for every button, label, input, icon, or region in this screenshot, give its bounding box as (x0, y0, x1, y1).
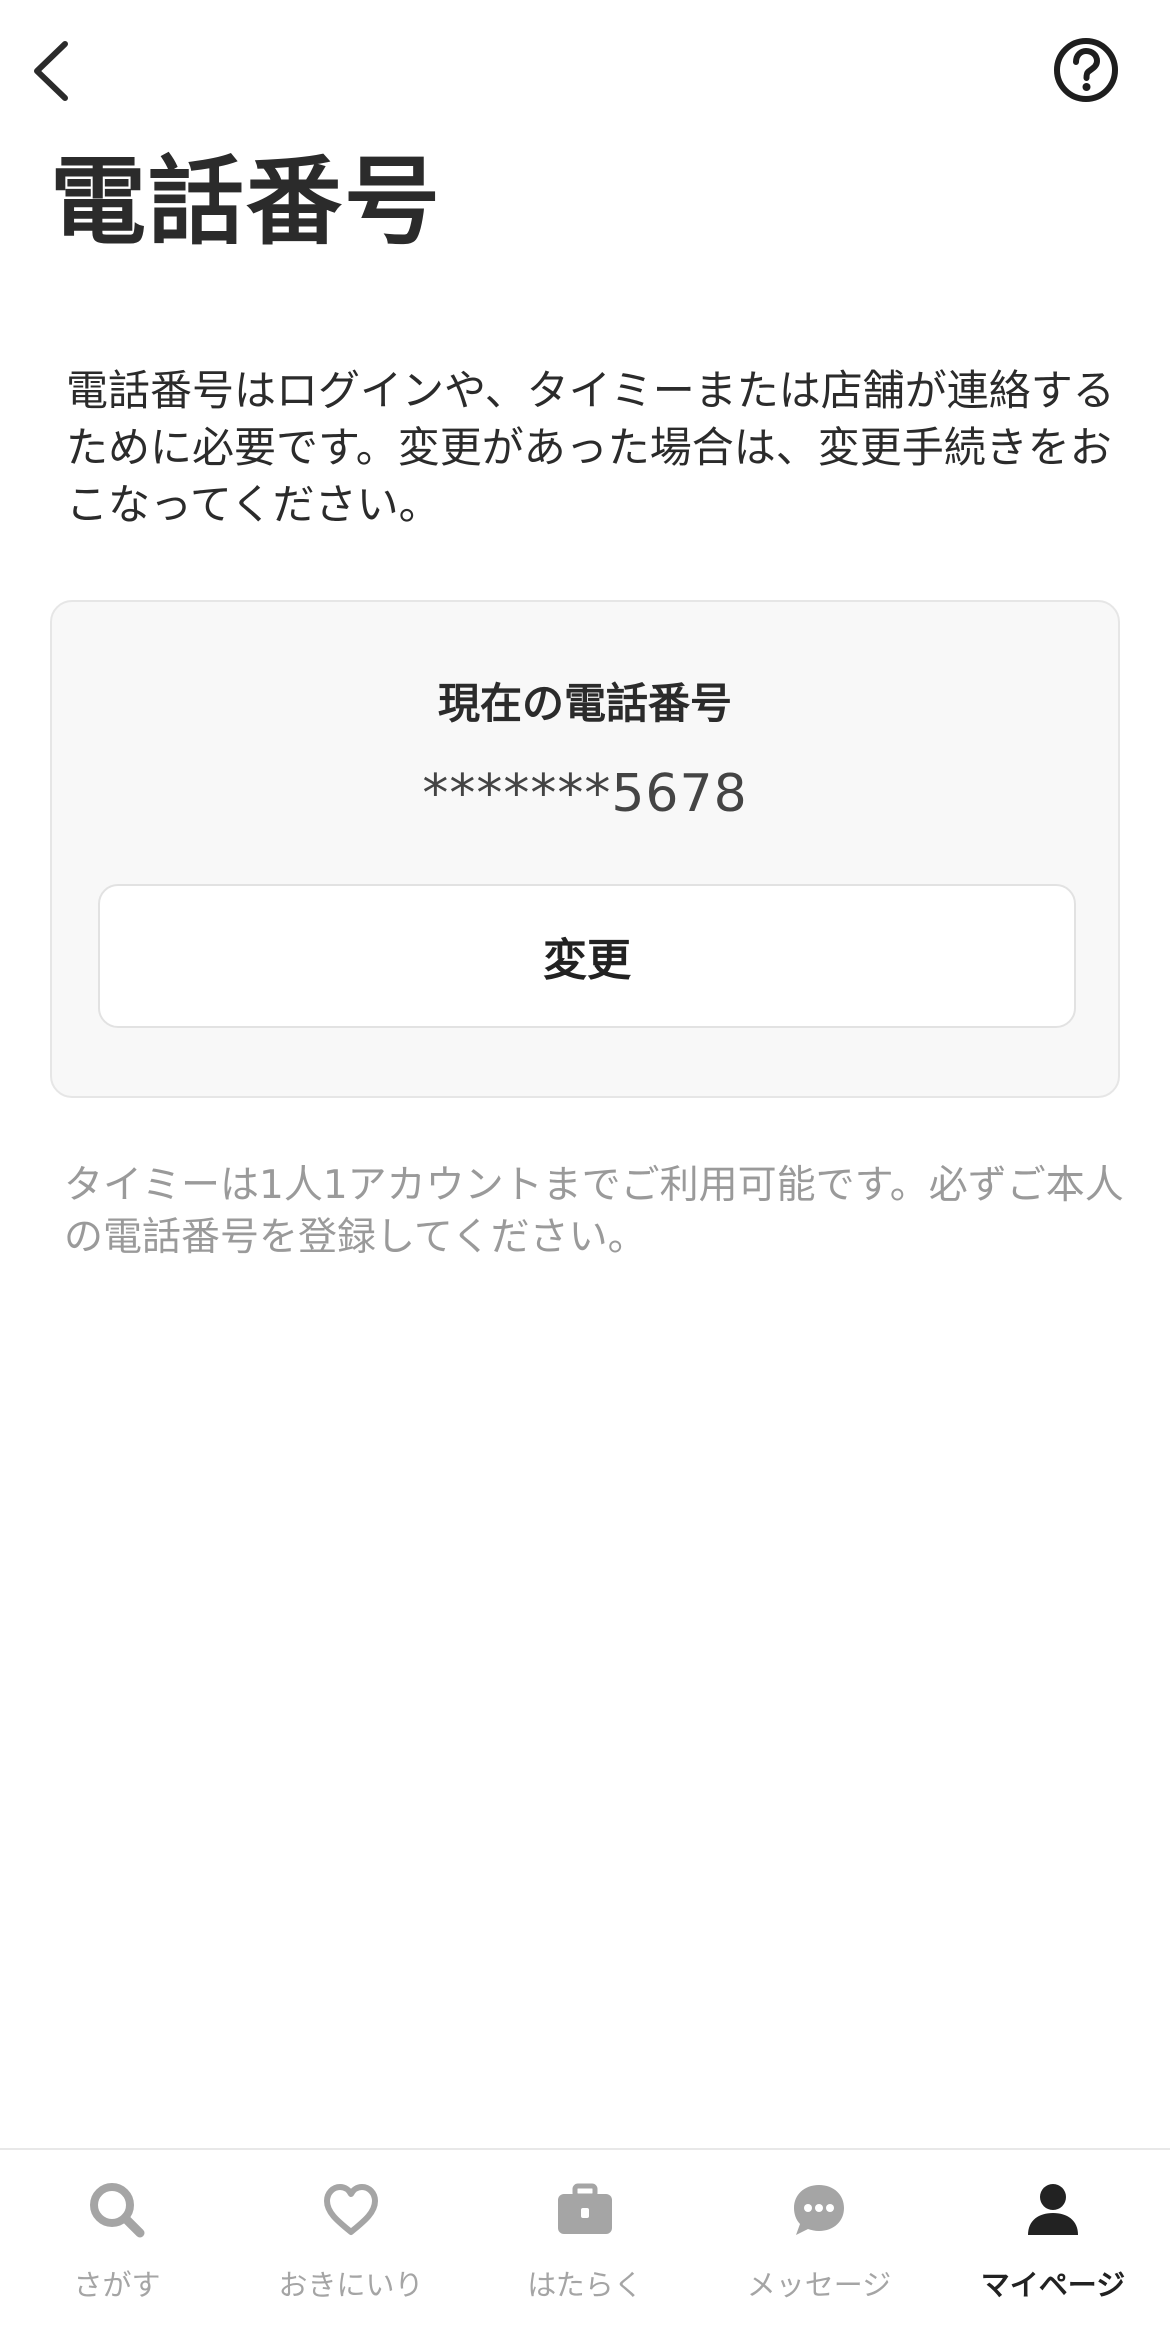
chevron-left-icon (34, 41, 68, 101)
current-phone-label: 現在の電話番号 (437, 679, 732, 728)
tab-messages-label: メッセージ (746, 2268, 892, 2302)
current-phone-value: *******5678 (422, 764, 748, 824)
change-phone-button[interactable]: 変更 (98, 884, 1076, 1028)
tab-favorites[interactable]: おきにいり (234, 2150, 468, 2336)
description-text: 電話番号はログインや、タイミーまたは店舗が連絡するために必要です。変更があった場… (66, 366, 1115, 529)
tab-messages[interactable]: メッセージ (702, 2150, 936, 2336)
question-circle-icon (1054, 38, 1118, 102)
tab-mypage-label: マイページ (980, 2268, 1126, 2302)
user-icon (1021, 2178, 1085, 2242)
chat-bubble-icon (787, 2178, 851, 2242)
bottom-tab-bar: さがす おきにいり はたらく メッセージ マイページ (0, 2148, 1170, 2336)
account-note: タイミーは1人1アカウントまでご利用可能です。必ずご本人の電話番号を登録してくだ… (64, 1163, 1124, 1260)
tab-search-label: さがす (73, 2268, 161, 2302)
top-bar (0, 0, 1170, 150)
tab-mypage[interactable]: マイページ (936, 2150, 1170, 2336)
page-title: 電話番号 (50, 146, 442, 258)
tab-search[interactable]: さがす (0, 2150, 234, 2336)
current-phone-card: 現在の電話番号 *******5678 変更 (50, 600, 1120, 1098)
heart-icon (319, 2178, 383, 2242)
help-button[interactable] (1050, 34, 1122, 106)
tab-work[interactable]: はたらく (468, 2150, 702, 2336)
briefcase-icon (553, 2178, 617, 2242)
back-button[interactable] (16, 30, 86, 112)
search-icon (85, 2178, 149, 2242)
tab-favorites-label: おきにいり (278, 2268, 424, 2302)
tab-work-label: はたらく (527, 2268, 643, 2302)
